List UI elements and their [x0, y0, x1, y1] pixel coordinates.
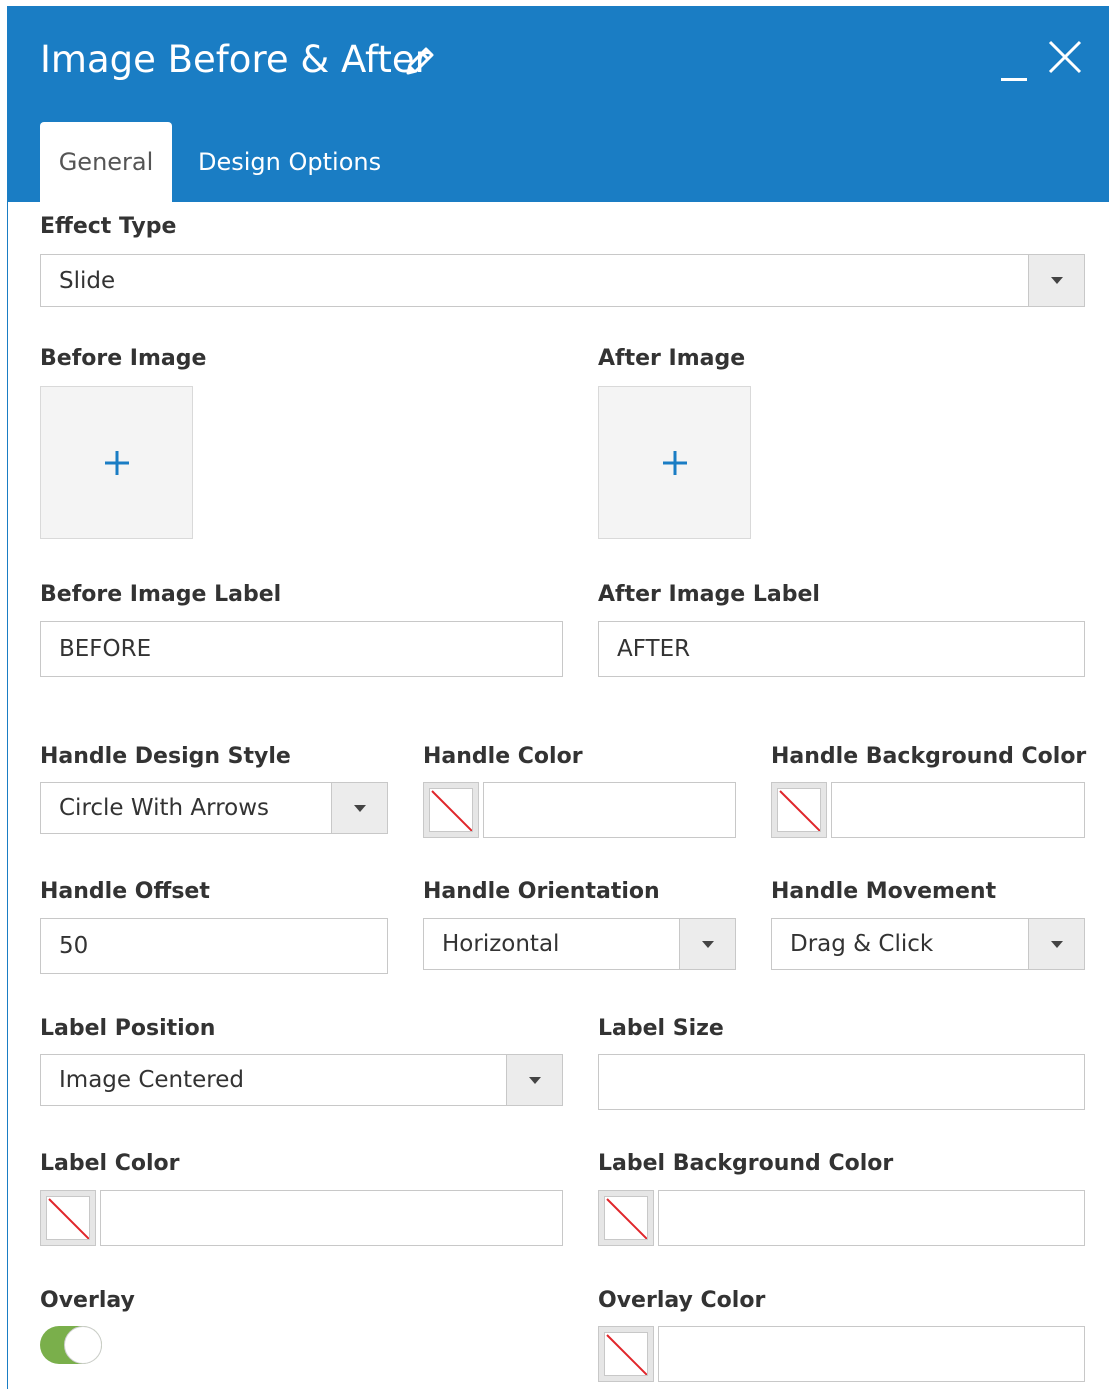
- handle-orientation-label: Handle Orientation: [423, 879, 660, 904]
- handle-offset-input[interactable]: 50: [40, 918, 388, 974]
- before-image-label: Before Image: [40, 346, 207, 371]
- minimize-icon[interactable]: [1001, 78, 1027, 81]
- label-size-label: Label Size: [598, 1016, 724, 1041]
- label-color-label: Label Color: [40, 1151, 180, 1176]
- label-background-color-label: Label Background Color: [598, 1151, 894, 1176]
- handle-color-swatch[interactable]: [423, 782, 479, 838]
- handle-orientation-value: Horizontal: [442, 931, 560, 957]
- chevron-down-icon[interactable]: [1028, 919, 1084, 969]
- label-color-input[interactable]: [100, 1190, 563, 1246]
- handle-design-style-value: Circle With Arrows: [59, 795, 270, 821]
- after-image-label-value: AFTER: [617, 636, 691, 662]
- chevron-down-icon[interactable]: [1028, 255, 1084, 306]
- effect-type-select[interactable]: Slide: [40, 254, 1085, 307]
- handle-movement-select[interactable]: Drag & Click: [771, 918, 1085, 970]
- label-background-color-input[interactable]: [658, 1190, 1085, 1246]
- overlay-color-label: Overlay Color: [598, 1288, 766, 1313]
- handle-orientation-select[interactable]: Horizontal: [423, 918, 736, 970]
- before-image-picker[interactable]: [40, 386, 193, 539]
- handle-movement-value: Drag & Click: [790, 931, 934, 957]
- overlay-color-swatch[interactable]: [598, 1326, 654, 1382]
- before-image-label-value: BEFORE: [59, 636, 152, 662]
- close-icon[interactable]: [1048, 40, 1082, 74]
- chevron-down-icon[interactable]: [679, 919, 735, 969]
- no-color-icon: [604, 1196, 648, 1240]
- chevron-down-icon[interactable]: [331, 783, 387, 833]
- handle-color-label: Handle Color: [423, 744, 583, 769]
- label-position-label: Label Position: [40, 1016, 216, 1041]
- label-color-swatch[interactable]: [40, 1190, 96, 1246]
- panel-header: Image Before & After General Design Opti…: [8, 6, 1109, 202]
- pencil-icon[interactable]: [402, 43, 438, 79]
- tab-general[interactable]: General: [40, 122, 172, 202]
- plus-icon: [662, 450, 687, 475]
- handle-offset-label: Handle Offset: [40, 879, 210, 904]
- no-color-icon: [429, 788, 473, 832]
- plus-icon: [104, 450, 129, 475]
- after-image-label: After Image: [598, 346, 746, 371]
- label-position-select[interactable]: Image Centered: [40, 1054, 563, 1106]
- overlay-label: Overlay: [40, 1288, 135, 1313]
- after-image-picker[interactable]: [598, 386, 751, 539]
- no-color-icon: [46, 1196, 90, 1240]
- after-image-label-field-label: After Image Label: [598, 582, 820, 607]
- handle-design-style-select[interactable]: Circle With Arrows: [40, 782, 388, 834]
- overlay-color-input[interactable]: [658, 1326, 1085, 1382]
- tab-design-options[interactable]: Design Options: [198, 122, 381, 202]
- panel-title: Image Before & After: [40, 38, 430, 81]
- no-color-icon: [604, 1332, 648, 1376]
- label-size-input[interactable]: [598, 1054, 1085, 1110]
- handle-background-color-label: Handle Background Color: [771, 744, 1087, 769]
- element-settings-panel: Image Before & After General Design Opti…: [7, 6, 1109, 1389]
- after-image-label-input[interactable]: AFTER: [598, 621, 1085, 677]
- handle-design-style-label: Handle Design Style: [40, 744, 291, 769]
- handle-background-color-input[interactable]: [831, 782, 1085, 838]
- handle-offset-value: 50: [59, 933, 89, 959]
- toggle-knob: [64, 1326, 102, 1364]
- handle-background-color-swatch[interactable]: [771, 782, 827, 838]
- overlay-toggle[interactable]: [40, 1326, 102, 1364]
- handle-movement-label: Handle Movement: [771, 879, 997, 904]
- effect-type-value: Slide: [59, 267, 116, 294]
- chevron-down-icon[interactable]: [506, 1055, 562, 1105]
- effect-type-label: Effect Type: [40, 214, 177, 239]
- no-color-icon: [777, 788, 821, 832]
- handle-color-input[interactable]: [483, 782, 736, 838]
- label-position-value: Image Centered: [59, 1067, 244, 1093]
- before-image-label-input[interactable]: BEFORE: [40, 621, 563, 677]
- label-background-color-swatch[interactable]: [598, 1190, 654, 1246]
- before-image-label-field-label: Before Image Label: [40, 582, 282, 607]
